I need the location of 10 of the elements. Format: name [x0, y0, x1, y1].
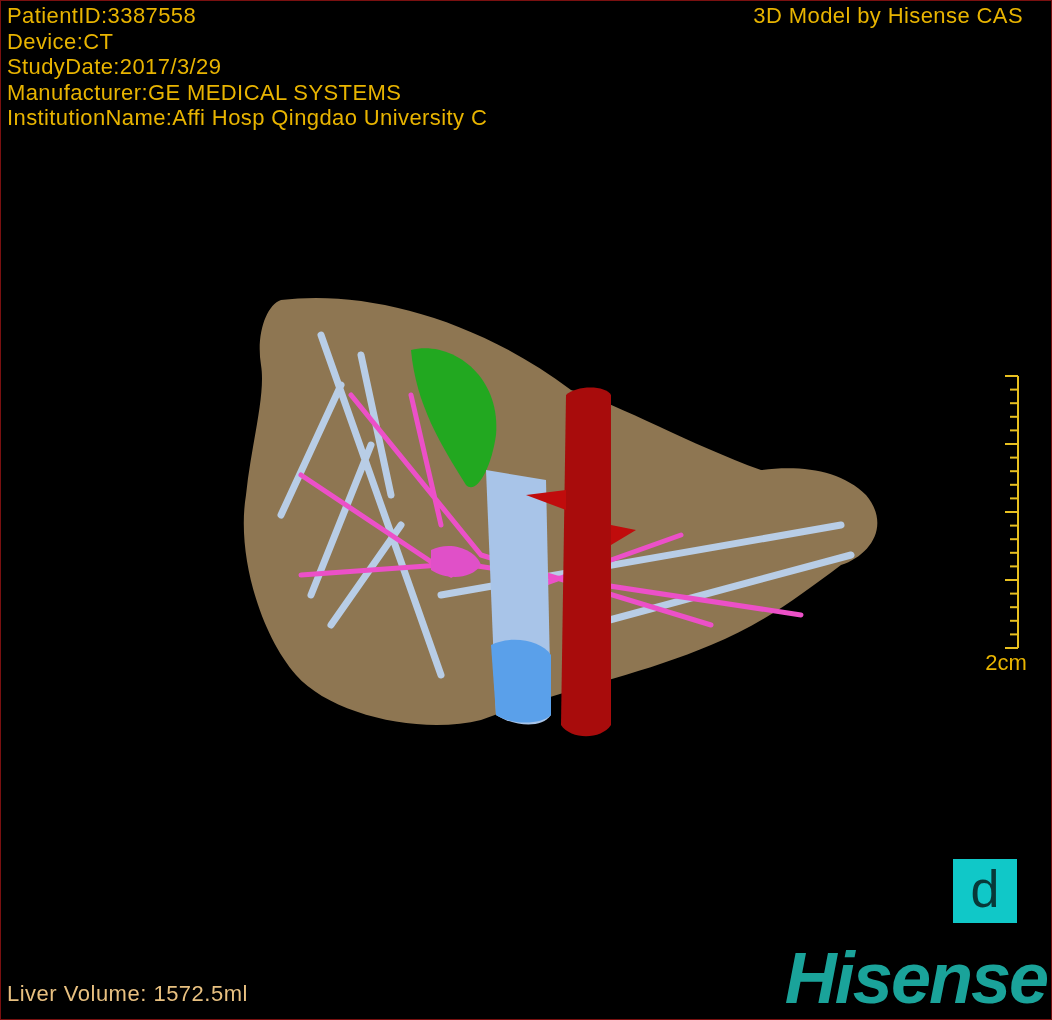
liver-volume-text: Liver Volume: 1572.5ml: [7, 981, 248, 1008]
brand-logo: Hisense: [784, 945, 1047, 1011]
scale-label: 2cm: [985, 649, 1027, 676]
info-text: PatientID:3387558: [7, 3, 198, 29]
info-text: InstitutionName:Affi Hosp Qingdao University C: [7, 105, 488, 131]
app-badge: d: [953, 859, 1017, 923]
info-text: Device:CT: [7, 28, 115, 54]
info-text: StudyDate:2017/3/29: [7, 54, 223, 80]
viewer-title: 3D Model by Hisense CAS: [753, 3, 1023, 30]
info-text: Manufacturer:GE MEDICAL SYSTEMS: [7, 79, 403, 105]
